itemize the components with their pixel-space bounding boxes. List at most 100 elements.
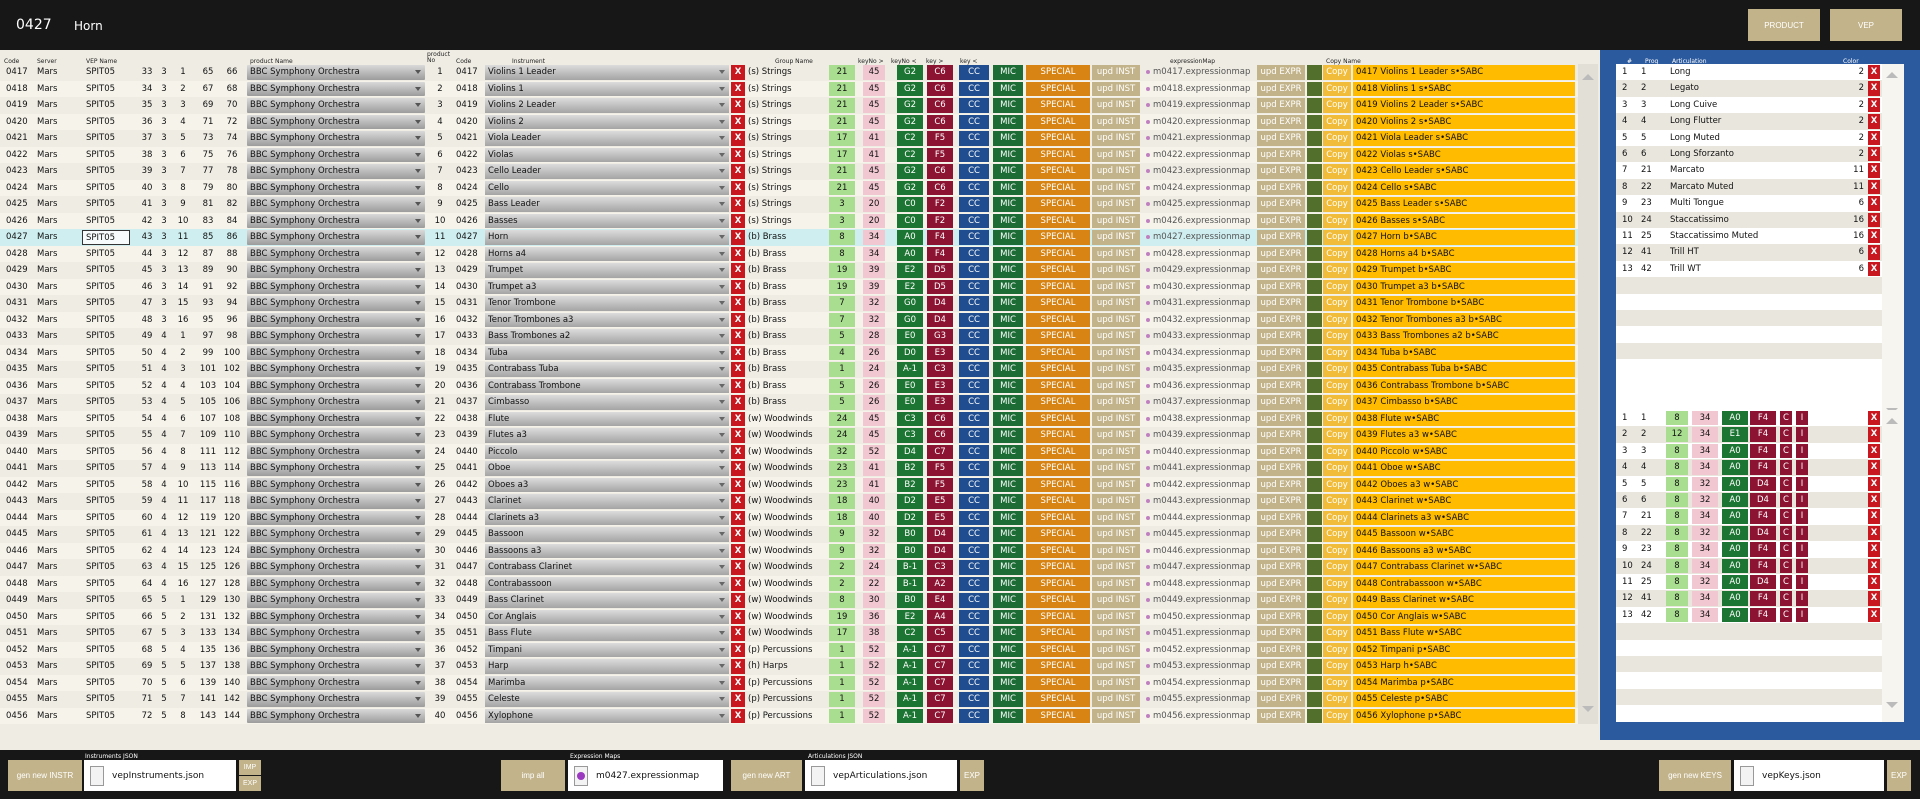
key-lt-cell[interactable]: C6 <box>927 98 953 113</box>
key-key-gt[interactable]: A0 <box>1722 476 1748 491</box>
vep-name-cell[interactable]: SPIT05 <box>86 148 130 163</box>
keyno-lt-cell[interactable]: 41 <box>863 477 885 492</box>
key-gt-cell[interactable]: A-1 <box>897 692 923 707</box>
delete-row-button[interactable]: X <box>731 477 745 492</box>
key-i-button[interactable]: I <box>1796 509 1808 524</box>
copy-button[interactable]: Copy <box>1323 560 1351 575</box>
articulation-row[interactable]: 1 1 Long 2 X <box>1616 64 1904 80</box>
keyno-lt-cell[interactable]: 39 <box>863 263 885 278</box>
product-name-select[interactable]: BBC Symphony Orchestra <box>247 197 425 212</box>
key-gt-cell[interactable]: D2 <box>897 510 923 525</box>
vep-name-cell[interactable]: SPIT05 <box>86 82 130 97</box>
articulation-row[interactable]: 8 22 Marcato Muted 11 X <box>1616 178 1904 196</box>
key-keyno-gt[interactable]: 8 <box>1666 460 1688 475</box>
mic-button[interactable]: MIC <box>993 114 1023 129</box>
update-expression-button[interactable]: upd EXPR <box>1257 576 1305 591</box>
key-gt-cell[interactable]: A-1 <box>897 675 923 690</box>
articulation-row[interactable]: 5 5 Long Muted 2 X <box>1616 130 1904 146</box>
table-row[interactable]: 0454 Mars SPIT05 70 5 6 139 140 BBC Symphony Orc… <box>0 674 1598 691</box>
cc-button[interactable]: CC <box>959 609 989 624</box>
update-instrument-button[interactable]: upd INST <box>1092 708 1140 723</box>
instruments-file-field[interactable]: vepInstruments.json <box>84 760 236 791</box>
copy-button[interactable]: Copy <box>1323 477 1351 492</box>
instrument-name-select[interactable]: Contrabass Clarinet <box>485 560 729 575</box>
key-gt-cell[interactable]: C2 <box>897 626 923 641</box>
special-button[interactable]: SPECIAL <box>1026 164 1090 179</box>
keyno-lt-cell[interactable]: 20 <box>863 197 885 212</box>
vep-name-cell[interactable]: SPIT05 <box>86 643 130 658</box>
delete-articulation-button[interactable]: X <box>1868 97 1880 113</box>
key-key-lt[interactable]: D4 <box>1750 525 1776 541</box>
key-keyno-gt[interactable]: 8 <box>1666 575 1688 590</box>
keyno-gt-cell[interactable]: 5 <box>829 329 855 344</box>
copy-button[interactable]: Copy <box>1323 312 1351 327</box>
key-lt-cell[interactable]: C7 <box>927 659 953 674</box>
key-row[interactable]: 2 2 12 34 E1 F4 C I X <box>1616 426 1904 443</box>
delete-row-button[interactable]: X <box>731 164 745 179</box>
articulation-row[interactable]: 6 6 Long Sforzanto 2 X <box>1616 146 1904 163</box>
vep-name-cell[interactable]: SPIT05 <box>86 527 130 542</box>
articulations-scrollbar[interactable] <box>1882 64 1904 428</box>
delete-row-button[interactable]: X <box>731 444 745 459</box>
keyno-lt-cell[interactable]: 52 <box>863 659 885 674</box>
cc-button[interactable]: CC <box>959 626 989 641</box>
instrument-name-select[interactable]: Viola Leader <box>485 131 729 146</box>
key-lt-cell[interactable]: G3 <box>927 329 953 344</box>
keyno-gt-cell[interactable]: 4 <box>829 345 855 360</box>
copy-button[interactable]: Copy <box>1323 626 1351 641</box>
key-keyno-lt[interactable]: 32 <box>1692 476 1718 491</box>
key-key-lt[interactable]: D4 <box>1750 493 1776 508</box>
instrument-name-select[interactable]: Horns a4 <box>485 246 729 261</box>
mic-button[interactable]: MIC <box>993 312 1023 327</box>
copy-button[interactable]: Copy <box>1323 527 1351 542</box>
key-lt-cell[interactable]: F5 <box>927 461 953 476</box>
update-instrument-button[interactable]: upd INST <box>1092 197 1140 212</box>
cc-button[interactable]: CC <box>959 378 989 393</box>
articulations-file-field[interactable]: vepArticulations.json <box>805 760 957 791</box>
key-key-lt[interactable]: F4 <box>1750 460 1776 475</box>
key-lt-cell[interactable]: A4 <box>927 609 953 624</box>
key-gt-cell[interactable]: B0 <box>897 543 923 558</box>
update-instrument-button[interactable]: upd INST <box>1092 411 1140 426</box>
product-name-select[interactable]: BBC Symphony Orchestra <box>247 180 425 195</box>
special-button[interactable]: SPECIAL <box>1026 81 1090 96</box>
key-c-button[interactable]: C <box>1780 476 1792 491</box>
update-expression-button[interactable]: upd EXPR <box>1257 296 1305 311</box>
mic-button[interactable]: MIC <box>993 593 1023 608</box>
keyno-gt-cell[interactable]: 2 <box>829 576 855 591</box>
key-lt-cell[interactable]: D5 <box>927 279 953 294</box>
key-key-gt[interactable]: A0 <box>1722 542 1748 557</box>
key-key-gt[interactable]: A0 <box>1722 575 1748 590</box>
cc-button[interactable]: CC <box>959 213 989 228</box>
product-name-select[interactable]: BBC Symphony Orchestra <box>247 263 425 278</box>
update-instrument-button[interactable]: upd INST <box>1092 560 1140 575</box>
table-row[interactable]: 0452 Mars SPIT05 68 5 4 135 136 BBC Symphony Orc… <box>0 641 1598 658</box>
keyno-gt-cell[interactable]: 8 <box>829 246 855 261</box>
key-c-button[interactable]: C <box>1780 460 1792 475</box>
key-i-button[interactable]: I <box>1796 443 1808 459</box>
product-name-select[interactable]: BBC Symphony Orchestra <box>247 147 425 162</box>
keyno-gt-cell[interactable]: 32 <box>829 444 855 459</box>
vep-name-cell[interactable]: SPIT05 <box>86 577 130 592</box>
special-button[interactable]: SPECIAL <box>1026 345 1090 360</box>
cc-button[interactable]: CC <box>959 708 989 723</box>
copy-button[interactable]: Copy <box>1323 642 1351 657</box>
special-button[interactable]: SPECIAL <box>1026 131 1090 146</box>
product-name-select[interactable]: BBC Symphony Orchestra <box>247 626 425 641</box>
mic-button[interactable]: MIC <box>993 329 1023 344</box>
key-gt-cell[interactable]: D4 <box>897 444 923 459</box>
mic-button[interactable]: MIC <box>993 362 1023 377</box>
keyno-gt-cell[interactable]: 19 <box>829 609 855 624</box>
delete-articulation-button[interactable]: X <box>1868 147 1880 162</box>
table-row[interactable]: 0445 Mars SPIT05 61 4 13 121 122 BBC Symphony Or… <box>0 526 1598 543</box>
delete-row-button[interactable]: X <box>731 230 745 245</box>
keyno-gt-cell[interactable]: 21 <box>829 114 855 129</box>
update-expression-button[interactable]: upd EXPR <box>1257 626 1305 641</box>
special-button[interactable]: SPECIAL <box>1026 362 1090 377</box>
instrument-name-select[interactable]: Bass Leader <box>485 197 729 212</box>
instrument-name-select[interactable]: Tenor Trombones a3 <box>485 312 729 327</box>
delete-key-button[interactable]: X <box>1868 558 1880 573</box>
key-key-lt[interactable]: D4 <box>1750 575 1776 590</box>
special-button[interactable]: SPECIAL <box>1026 428 1090 443</box>
key-row[interactable]: 5 5 8 32 A0 D4 C I X <box>1616 476 1904 492</box>
